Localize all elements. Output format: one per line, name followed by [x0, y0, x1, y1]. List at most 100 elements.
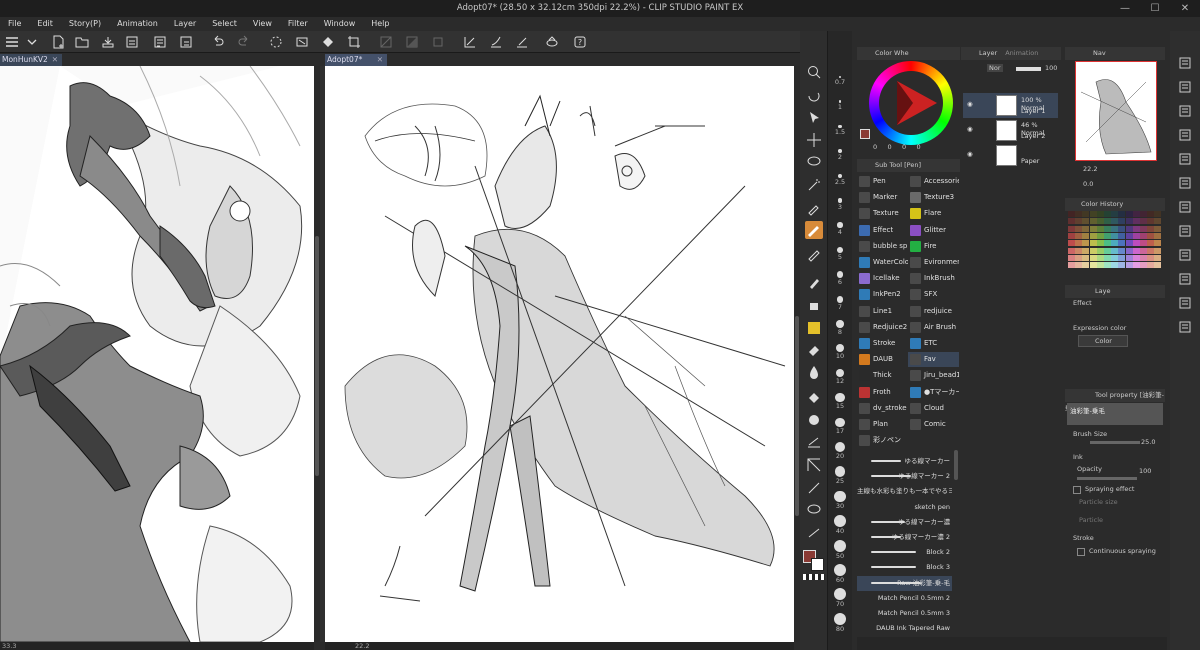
- spraying-checkbox[interactable]: [1073, 486, 1081, 494]
- palette-swatch[interactable]: [1140, 225, 1147, 232]
- airbrush-icon[interactable]: [805, 296, 823, 314]
- palette-swatch[interactable]: [1132, 254, 1140, 261]
- pen-tool-icon[interactable]: [805, 221, 823, 239]
- panel-toggle-icon[interactable]: [1179, 321, 1191, 333]
- palette-swatch[interactable]: [1089, 254, 1097, 261]
- subtool-group-item[interactable]: Evironment: [908, 255, 959, 270]
- palette-swatch[interactable]: [1147, 240, 1155, 247]
- brush-size-option[interactable]: 2: [828, 149, 852, 161]
- palette-swatch[interactable]: [1068, 254, 1075, 261]
- layer-row[interactable]: ◉ 46 % Normal Layer 2: [963, 118, 1058, 143]
- brush-size-option[interactable]: 10: [828, 344, 852, 360]
- palette-swatch[interactable]: [1132, 262, 1140, 269]
- palette-swatch[interactable]: [1104, 247, 1111, 254]
- subtool-group-item[interactable]: Redjuice2: [857, 320, 908, 335]
- palette-swatch[interactable]: [1111, 232, 1119, 239]
- brush-size-option[interactable]: 20: [828, 442, 852, 460]
- subtool-group-item[interactable]: Fire: [908, 239, 959, 254]
- palette-swatch[interactable]: [1154, 262, 1162, 269]
- palette-swatch[interactable]: [1075, 247, 1083, 254]
- subtool-group-item[interactable]: redjuice: [908, 304, 959, 319]
- clear-icon[interactable]: [294, 34, 310, 50]
- palette-swatch[interactable]: [1104, 232, 1111, 239]
- export-icon[interactable]: [124, 34, 140, 50]
- subtool-group-item[interactable]: DAUB: [857, 352, 908, 367]
- palette-swatch[interactable]: [1140, 247, 1147, 254]
- layer-row[interactable]: ◉ Paper: [963, 143, 1058, 168]
- palette-swatch[interactable]: [1125, 218, 1133, 225]
- panel-toggle-icon[interactable]: [1179, 177, 1191, 189]
- palette-swatch[interactable]: [1096, 232, 1104, 239]
- menu-story[interactable]: Story(P): [61, 17, 109, 31]
- batch-export-icon[interactable]: [178, 34, 194, 50]
- menu-animation[interactable]: Animation: [109, 17, 166, 31]
- palette-swatch[interactable]: [1118, 225, 1126, 232]
- palette-swatch[interactable]: [1068, 218, 1075, 225]
- deselect-icon[interactable]: [378, 34, 394, 50]
- subtool-group-item[interactable]: Marker: [857, 190, 908, 205]
- palette-swatch[interactable]: [1132, 218, 1140, 225]
- palette-swatch[interactable]: [1154, 240, 1162, 247]
- palette-swatch[interactable]: [1068, 211, 1075, 217]
- brush-item[interactable]: sketch pen: [857, 500, 952, 515]
- palette-swatch[interactable]: [1118, 218, 1126, 225]
- palette-swatch[interactable]: [1140, 211, 1147, 217]
- sub-color-swatch[interactable]: [811, 558, 824, 571]
- pencil-icon[interactable]: [805, 245, 823, 263]
- palette-swatch[interactable]: [1096, 262, 1104, 269]
- eye-icon[interactable]: ◉: [967, 150, 973, 158]
- subtool-group-item[interactable]: 彩ノペン: [857, 433, 908, 448]
- redo-icon[interactable]: [236, 34, 252, 50]
- zoom-icon[interactable]: [805, 63, 823, 81]
- blend-icon[interactable]: [805, 363, 823, 381]
- clip-studio-icon[interactable]: [544, 34, 560, 50]
- ruler-icon[interactable]: [462, 34, 478, 50]
- tab-close-icon[interactable]: ✕: [377, 54, 383, 66]
- brush-item[interactable]: ゆる線マーカー濃 2: [857, 530, 952, 545]
- palette-swatch[interactable]: [1096, 225, 1104, 232]
- subtool-group-item[interactable]: Line1: [857, 304, 908, 319]
- opacity-slider[interactable]: [1016, 67, 1041, 71]
- palette-swatch[interactable]: [1125, 211, 1133, 217]
- close-button[interactable]: ✕: [1170, 1, 1200, 16]
- palette-swatch[interactable]: [1068, 262, 1075, 269]
- palette-swatch[interactable]: [1154, 247, 1162, 254]
- brush-size-option[interactable]: 0.7: [828, 76, 852, 86]
- panel-toggle-icon[interactable]: [1179, 81, 1191, 93]
- minimize-button[interactable]: —: [1110, 1, 1140, 16]
- palette-swatch[interactable]: [1111, 254, 1119, 261]
- palette-swatch[interactable]: [1118, 232, 1126, 239]
- palette-swatch[interactable]: [1147, 262, 1155, 269]
- palette-swatch[interactable]: [1075, 232, 1083, 239]
- eraser-icon[interactable]: [805, 341, 823, 359]
- palette-swatch[interactable]: [1082, 225, 1090, 232]
- figure-icon[interactable]: [805, 433, 823, 451]
- rotate-icon[interactable]: [805, 87, 823, 105]
- correct-line-icon[interactable]: [805, 523, 823, 541]
- palette-swatch[interactable]: [1118, 240, 1126, 247]
- brush-size-option[interactable]: 80: [828, 612, 852, 633]
- panel-title[interactable]: Layer: [979, 49, 997, 57]
- palette-swatch[interactable]: [1118, 247, 1126, 254]
- object-icon[interactable]: [805, 109, 823, 127]
- chevron-down-icon[interactable]: [24, 34, 40, 50]
- help-icon[interactable]: ?: [572, 34, 588, 50]
- panel-toggle-icon[interactable]: [1179, 105, 1191, 117]
- palette-swatch[interactable]: [1068, 232, 1075, 239]
- brush-size-option[interactable]: 70: [828, 588, 852, 608]
- palette-swatch[interactable]: [1089, 247, 1097, 254]
- subtool-group-item[interactable]: Glitter: [908, 223, 959, 238]
- palette-swatch[interactable]: [1082, 254, 1090, 261]
- selection-border-icon[interactable]: [430, 34, 446, 50]
- lasso-icon[interactable]: [805, 153, 823, 171]
- palette-swatch[interactable]: [1111, 247, 1119, 254]
- palette-swatch[interactable]: [1082, 211, 1090, 217]
- palette-swatch[interactable]: [1096, 247, 1104, 254]
- palette-swatch[interactable]: [1118, 254, 1126, 261]
- palette-swatch[interactable]: [1154, 232, 1162, 239]
- palette-swatch[interactable]: [1096, 211, 1104, 217]
- eye-icon[interactable]: ◉: [967, 125, 973, 133]
- brush-size-option[interactable]: 15: [828, 393, 852, 410]
- subtool-group-item[interactable]: dv_stroke: [857, 401, 908, 416]
- palette-swatch[interactable]: [1147, 218, 1155, 225]
